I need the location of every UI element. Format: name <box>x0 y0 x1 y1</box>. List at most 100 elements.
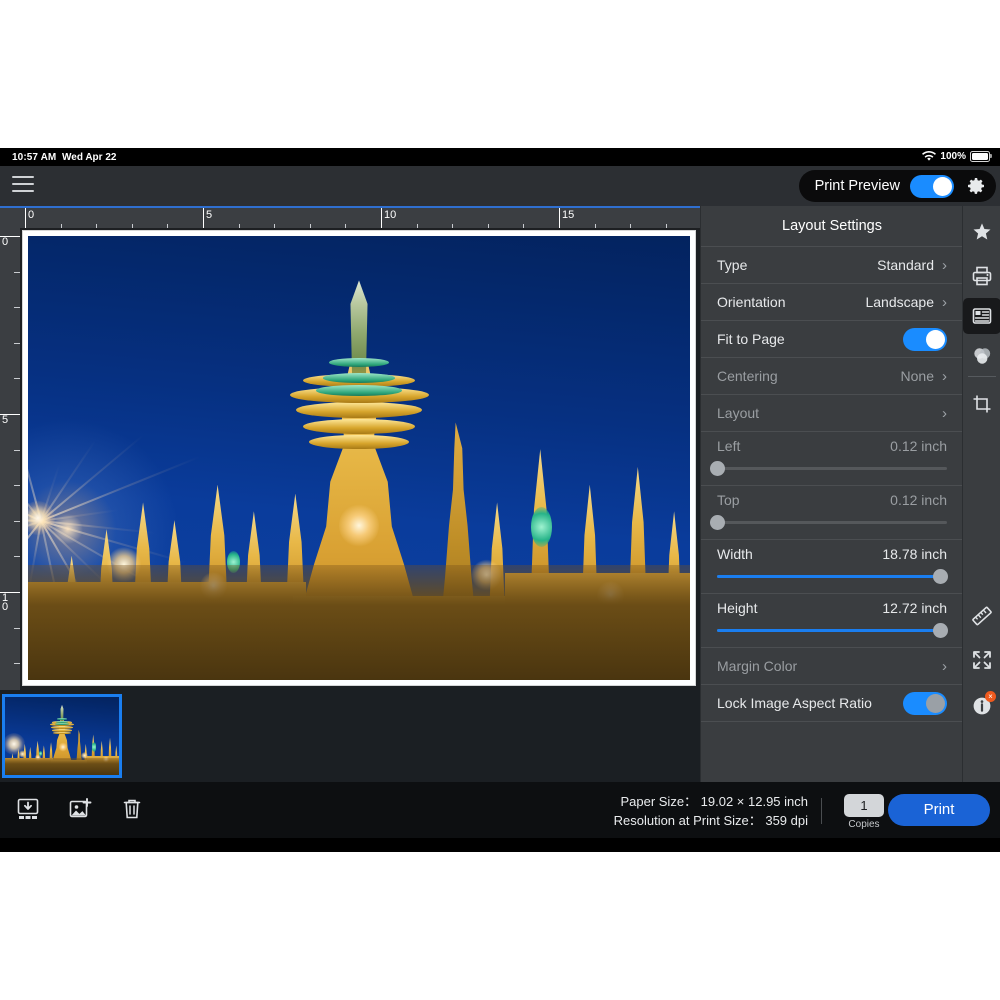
setting-row-type[interactable]: TypeStandard› <box>701 247 963 284</box>
gear-icon[interactable] <box>964 174 988 198</box>
chevron-right-icon: › <box>942 295 947 310</box>
setting-toggle-fit-to-page[interactable] <box>903 328 947 351</box>
setting-value: 0.12 inch <box>890 492 947 508</box>
fullscreen-icon <box>970 648 994 672</box>
print-button[interactable]: Print <box>888 794 990 826</box>
setting-value: Landscape <box>865 294 934 310</box>
status-time: 10:57 AM <box>12 152 56 163</box>
slider-track-height[interactable] <box>717 629 947 632</box>
hamburger-menu-icon[interactable] <box>12 176 34 194</box>
setting-value: 12.72 inch <box>882 600 947 616</box>
paper-page[interactable] <box>22 230 696 686</box>
copies-stepper[interactable]: 1 Copies <box>844 794 884 830</box>
setting-value: 18.78 inch <box>882 546 947 562</box>
photo-shape <box>339 504 379 547</box>
setting-label: Centering <box>717 368 778 384</box>
photo-shape <box>52 729 71 732</box>
import-to-tray-icon[interactable] <box>14 795 42 823</box>
photo-shape <box>531 507 552 547</box>
photo-shape <box>323 373 396 383</box>
setting-label: Left <box>717 438 740 454</box>
setting-label: Top <box>717 492 740 508</box>
setting-value: None <box>901 368 934 384</box>
slider-knob[interactable] <box>933 623 948 638</box>
paper-size-text: Paper Size： 19.02 × 12.95 inch <box>614 792 808 811</box>
status-date: Wed Apr 22 <box>62 152 116 163</box>
copies-value[interactable]: 1 <box>844 794 884 817</box>
bottom-divider <box>821 798 822 824</box>
setting-row-fit-to-page: Fit to Page <box>701 321 963 358</box>
slider-fill <box>717 575 940 578</box>
copies-label: Copies <box>844 819 884 830</box>
filmstrip-thumbnail[interactable] <box>2 694 122 778</box>
photo-shape <box>92 742 97 751</box>
settings-rows: TypeStandard›OrientationLandscape›Fit to… <box>701 247 963 722</box>
slider-track-left[interactable] <box>717 467 947 470</box>
chevron-right-icon: › <box>942 406 947 421</box>
print-preview-label: Print Preview <box>815 178 900 194</box>
rail-crop-icon[interactable] <box>963 386 1000 422</box>
setting-row-centering: CenteringNone› <box>701 358 963 395</box>
photo-shape <box>56 721 69 723</box>
print-info: Paper Size： 19.02 × 12.95 inch Resolutio… <box>614 792 808 830</box>
printer-icon <box>970 264 994 288</box>
horizontal-ruler[interactable]: 051015 <box>0 206 700 230</box>
setting-row-height: Height12.72 inch <box>701 594 963 648</box>
delete-icon[interactable] <box>118 795 146 823</box>
tool-rail: × <box>962 206 1000 782</box>
battery-icon <box>970 151 990 162</box>
setting-label: Fit to Page <box>717 331 785 347</box>
rail-printer-icon[interactable] <box>963 258 1000 294</box>
rail-color-adjust-icon[interactable] <box>963 338 1000 374</box>
setting-toggle-lock-image-aspect-ratio[interactable] <box>903 692 947 715</box>
rail-ruler-icon[interactable] <box>963 598 1000 634</box>
setting-row-orientation[interactable]: OrientationLandscape› <box>701 284 963 321</box>
rail-divider <box>968 376 996 377</box>
print-preview-control: Print Preview <box>799 170 996 202</box>
setting-row-top: Top 0.12 inch <box>701 486 963 540</box>
rail-layout-settings-icon[interactable] <box>963 298 1000 334</box>
rail-info-icon[interactable]: × <box>963 688 1000 724</box>
star-icon <box>970 220 994 244</box>
vertical-ruler[interactable]: 0510 <box>0 228 20 690</box>
app-toolbar: Print Preview <box>0 166 1000 207</box>
preview-photo[interactable] <box>28 236 690 680</box>
photo-ground <box>28 565 690 680</box>
setting-row-layout: Layout› <box>701 395 963 432</box>
layout-settings-panel: Layout Settings TypeStandard›Orientation… <box>700 206 963 782</box>
setting-label: Margin Color <box>717 658 797 674</box>
setting-label: Lock Image Aspect Ratio <box>717 695 872 711</box>
setting-value: Standard <box>877 257 934 273</box>
print-canvas[interactable] <box>20 228 700 690</box>
slider-knob[interactable] <box>710 461 725 476</box>
setting-label: Width <box>717 546 753 562</box>
slider-knob[interactable] <box>933 569 948 584</box>
rail-star-icon[interactable] <box>963 214 1000 250</box>
image-filmstrip[interactable] <box>0 690 700 782</box>
bottom-bar: Paper Size： 19.02 × 12.95 inch Resolutio… <box>0 782 1000 838</box>
setting-row-margin-color: Margin Color › <box>701 648 963 685</box>
slider-fill <box>717 629 940 632</box>
chevron-right-icon: › <box>942 659 947 674</box>
ruler-icon <box>970 604 994 628</box>
bottom-bar-icons <box>14 795 146 823</box>
resolution-text: Resolution at Print Size： 359 dpi <box>614 811 808 830</box>
print-preview-toggle[interactable] <box>910 175 954 198</box>
slider-track-top[interactable] <box>717 521 947 524</box>
setting-row-left: Left0.12 inch <box>701 432 963 486</box>
chevron-right-icon: › <box>942 258 947 273</box>
photo-shape <box>59 742 68 752</box>
thumb-ground <box>5 758 119 775</box>
slider-track-width[interactable] <box>717 575 947 578</box>
crop-icon <box>970 392 994 416</box>
print-app-window: 10:57 AM Wed Apr 22 100% Print Preview 0… <box>0 148 1000 852</box>
wifi-icon <box>922 151 936 162</box>
battery-percent: 100% <box>940 151 966 162</box>
notification-badge: × <box>985 691 996 702</box>
layout-settings-icon <box>970 304 994 328</box>
setting-row-lock-image-aspect-ratio: Lock Image Aspect Ratio <box>701 685 963 722</box>
rail-fullscreen-icon[interactable] <box>963 642 1000 678</box>
slider-knob[interactable] <box>710 515 725 530</box>
photo-shape <box>19 750 26 758</box>
add-image-icon[interactable] <box>66 795 94 823</box>
